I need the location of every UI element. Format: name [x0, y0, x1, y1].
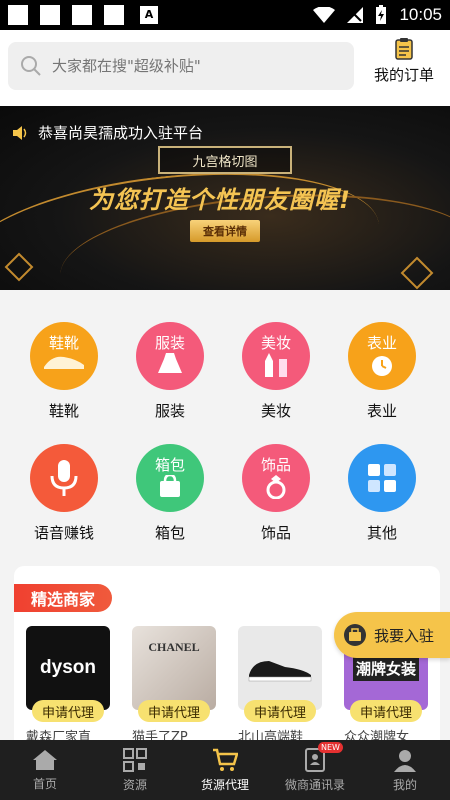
join-button[interactable]: 我要入驻: [334, 612, 450, 658]
merchant-card[interactable]: 申请代理 北山高端鞋: [238, 626, 324, 745]
featured-merchants-card: 精选商家 dyson 申请代理 戴森厂家直 CHANEL 申请代理 猫手了ZP …: [14, 566, 440, 750]
ring-icon: 饰品: [242, 444, 310, 512]
app-notification-icon: A: [140, 6, 158, 24]
notification-icon: [40, 5, 60, 25]
banner-tag: 九宫格切图: [158, 146, 292, 174]
category-label: 表业: [366, 402, 397, 420]
signal-icon: [347, 7, 364, 23]
grid-icon: [348, 444, 416, 512]
my-orders-button[interactable]: 我的订单: [366, 38, 442, 94]
sneaker-icon: [248, 661, 312, 682]
decorative-diamond: [400, 256, 434, 290]
apply-agent-button[interactable]: 申请代理: [138, 700, 210, 722]
search-bar[interactable]: [8, 42, 354, 90]
join-label: 我要入驻: [374, 626, 435, 645]
apply-agent-button[interactable]: 申请代理: [244, 700, 316, 722]
promo-banner[interactable]: 恭喜尚昊孺成功入驻平台 九宫格切图 为您打造个性朋友圈喔! 查看详情: [0, 106, 450, 290]
category-shoes[interactable]: 鞋靴 鞋靴: [14, 322, 114, 421]
notification-icon: [8, 5, 28, 25]
battery-icon: [376, 5, 387, 24]
status-bar: A 10:05: [0, 0, 450, 30]
cart-icon: [213, 748, 238, 771]
search-input[interactable]: [52, 57, 332, 75]
featured-title: 精选商家: [14, 584, 112, 612]
category-label: 箱包: [154, 524, 185, 542]
speaker-icon: [13, 125, 27, 140]
lipstick-icon: 美妆: [242, 322, 310, 390]
bottom-navigation: 首页 资源 货源代理 NEW 微商通讯录 我的: [0, 740, 450, 800]
category-label: 其他: [366, 524, 397, 542]
merchant-card[interactable]: CHANEL 申请代理 猫手了ZP: [132, 626, 218, 745]
my-orders-label: 我的订单: [373, 66, 434, 84]
category-other[interactable]: 其他: [332, 444, 432, 543]
notification-icon: [72, 5, 92, 25]
qrcode-icon: [123, 747, 147, 772]
header: 我的订单: [0, 30, 450, 106]
merchant-image: CHANEL: [132, 626, 216, 710]
user-icon: [394, 749, 416, 772]
category-label: 服装: [154, 402, 185, 420]
new-badge: NEW: [318, 742, 343, 753]
shoe-icon: 鞋靴: [30, 322, 98, 390]
search-icon: [21, 56, 41, 76]
category-jewelry[interactable]: 饰品 饰品: [226, 444, 326, 543]
decorative-diamond: [4, 252, 34, 282]
nav-supply-agent[interactable]: 货源代理: [180, 740, 270, 800]
category-label: 饰品: [260, 524, 291, 542]
category-watches[interactable]: 表业 表业: [332, 322, 432, 421]
home-icon: [33, 749, 57, 770]
nav-home[interactable]: 首页: [0, 740, 90, 800]
merchant-card[interactable]: dyson 申请代理 戴森厂家直: [26, 626, 112, 745]
category-bags[interactable]: 箱包 箱包: [120, 444, 220, 543]
category-voice-earn[interactable]: 语音赚钱: [14, 444, 114, 543]
category-cosmetics[interactable]: 美妆 美妆: [226, 322, 326, 421]
store-icon: [344, 624, 366, 646]
apply-agent-button[interactable]: 申请代理: [350, 700, 422, 722]
announcement-ticker: 恭喜尚昊孺成功入驻平台: [12, 122, 203, 143]
nav-profile[interactable]: 我的: [360, 740, 450, 800]
category-label: 鞋靴: [48, 402, 79, 420]
orders-icon: [395, 38, 413, 60]
apply-agent-button[interactable]: 申请代理: [32, 700, 104, 722]
merchant-image: dyson: [26, 626, 110, 710]
category-clothing[interactable]: 服装 服装: [120, 322, 220, 421]
banner-headline: 为您打造个性朋友圈喔!: [89, 186, 351, 214]
view-details-button[interactable]: 查看详情: [190, 220, 260, 242]
bag-icon: 箱包: [136, 444, 204, 512]
clock: 10:05: [399, 5, 442, 24]
microphone-icon: [30, 444, 98, 512]
notification-icon: [104, 5, 124, 25]
announcement-text: 恭喜尚昊孺成功入驻平台: [38, 124, 204, 142]
nav-contacts[interactable]: NEW 微商通讯录: [270, 740, 360, 800]
dress-icon: 服装: [136, 322, 204, 390]
wifi-icon: [313, 7, 336, 23]
merchant-image: [238, 626, 322, 710]
clock-icon: 表业: [348, 322, 416, 390]
nav-resources[interactable]: 资源: [90, 740, 180, 800]
category-label: 语音赚钱: [33, 524, 94, 542]
category-label: 美妆: [260, 402, 291, 420]
